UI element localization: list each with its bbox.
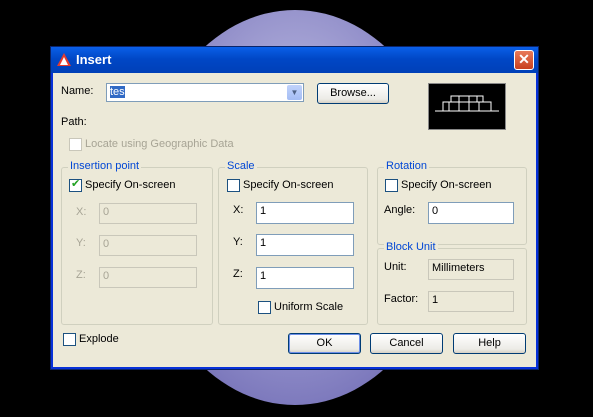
scale-x-field[interactable]: 1 bbox=[256, 202, 354, 224]
scale-z-field[interactable]: 1 bbox=[256, 267, 354, 289]
geo-data-label: Locate using Geographic Data bbox=[85, 138, 234, 150]
block-preview bbox=[428, 83, 506, 130]
scale-y-field[interactable]: 1 bbox=[256, 234, 354, 256]
scale-legend: Scale bbox=[225, 160, 257, 172]
scale-specify-checkbox[interactable] bbox=[227, 179, 240, 192]
name-label: Name: bbox=[61, 85, 94, 97]
factor-label: Factor: bbox=[384, 293, 419, 305]
insertion-z-field[interactable]: 0 bbox=[99, 267, 197, 288]
insertion-specify-label: Specify On-screen bbox=[85, 179, 176, 191]
insertion-x-label: X: bbox=[76, 206, 87, 218]
close-button[interactable]: ✕ bbox=[514, 50, 534, 70]
block-preview-graphic bbox=[435, 95, 499, 112]
scale-y-label: Y: bbox=[233, 236, 243, 248]
insertion-point-legend: Insertion point bbox=[68, 160, 142, 172]
scale-specify-label: Specify On-screen bbox=[243, 179, 334, 191]
angle-label: Angle: bbox=[384, 204, 416, 216]
scale-x-label: X: bbox=[233, 204, 244, 216]
factor-field: 1 bbox=[428, 291, 514, 312]
insertion-specify-checkbox[interactable] bbox=[69, 177, 82, 192]
name-value: tes bbox=[110, 86, 125, 98]
autocad-icon bbox=[57, 53, 71, 66]
rotation-group: Rotation Specify On-screen Angle: 0 bbox=[377, 160, 527, 245]
insertion-y-field[interactable]: 0 bbox=[99, 235, 197, 256]
insertion-y-label: Y: bbox=[76, 237, 86, 249]
title-bar[interactable]: Insert ✕ bbox=[51, 47, 538, 73]
rotation-legend: Rotation bbox=[384, 160, 429, 172]
window-title: Insert bbox=[76, 52, 112, 67]
insertion-point-group: Insertion point Specify On-screen X: 0 Y… bbox=[61, 160, 213, 325]
block-unit-group: Block Unit Unit: Millimeters Factor: 1 bbox=[377, 241, 527, 325]
uniform-scale-label: Uniform Scale bbox=[274, 301, 344, 313]
rotation-specify-checkbox[interactable] bbox=[385, 179, 398, 192]
scale-group: Scale Specify On-screen X: 1 Y: 1 Z: 1 U… bbox=[218, 160, 368, 325]
insertion-z-label: Z: bbox=[76, 269, 86, 281]
scale-z-label: Z: bbox=[233, 268, 243, 280]
ok-button[interactable]: OK bbox=[288, 333, 361, 354]
name-combobox[interactable]: tes ▼ bbox=[106, 83, 304, 102]
dropdown-arrow-icon[interactable]: ▼ bbox=[287, 85, 302, 100]
browse-button[interactable]: Browse... bbox=[317, 83, 389, 104]
insert-dialog: Insert ✕ Name: tes ▼ Browse... Path: Loc… bbox=[50, 46, 539, 370]
block-unit-legend: Block Unit bbox=[384, 241, 438, 253]
path-label: Path: bbox=[61, 116, 87, 128]
rotation-specify-label: Specify On-screen bbox=[401, 179, 492, 191]
explode-label: Explode bbox=[79, 333, 119, 345]
unit-label: Unit: bbox=[384, 261, 407, 273]
help-button[interactable]: Help bbox=[453, 333, 526, 354]
uniform-scale-checkbox[interactable] bbox=[258, 301, 271, 314]
explode-checkbox[interactable] bbox=[63, 333, 76, 346]
geo-data-checkbox[interactable] bbox=[69, 138, 82, 151]
insertion-x-field[interactable]: 0 bbox=[99, 203, 197, 224]
cancel-button[interactable]: Cancel bbox=[370, 333, 443, 354]
angle-field[interactable]: 0 bbox=[428, 202, 514, 224]
unit-field: Millimeters bbox=[428, 259, 514, 280]
